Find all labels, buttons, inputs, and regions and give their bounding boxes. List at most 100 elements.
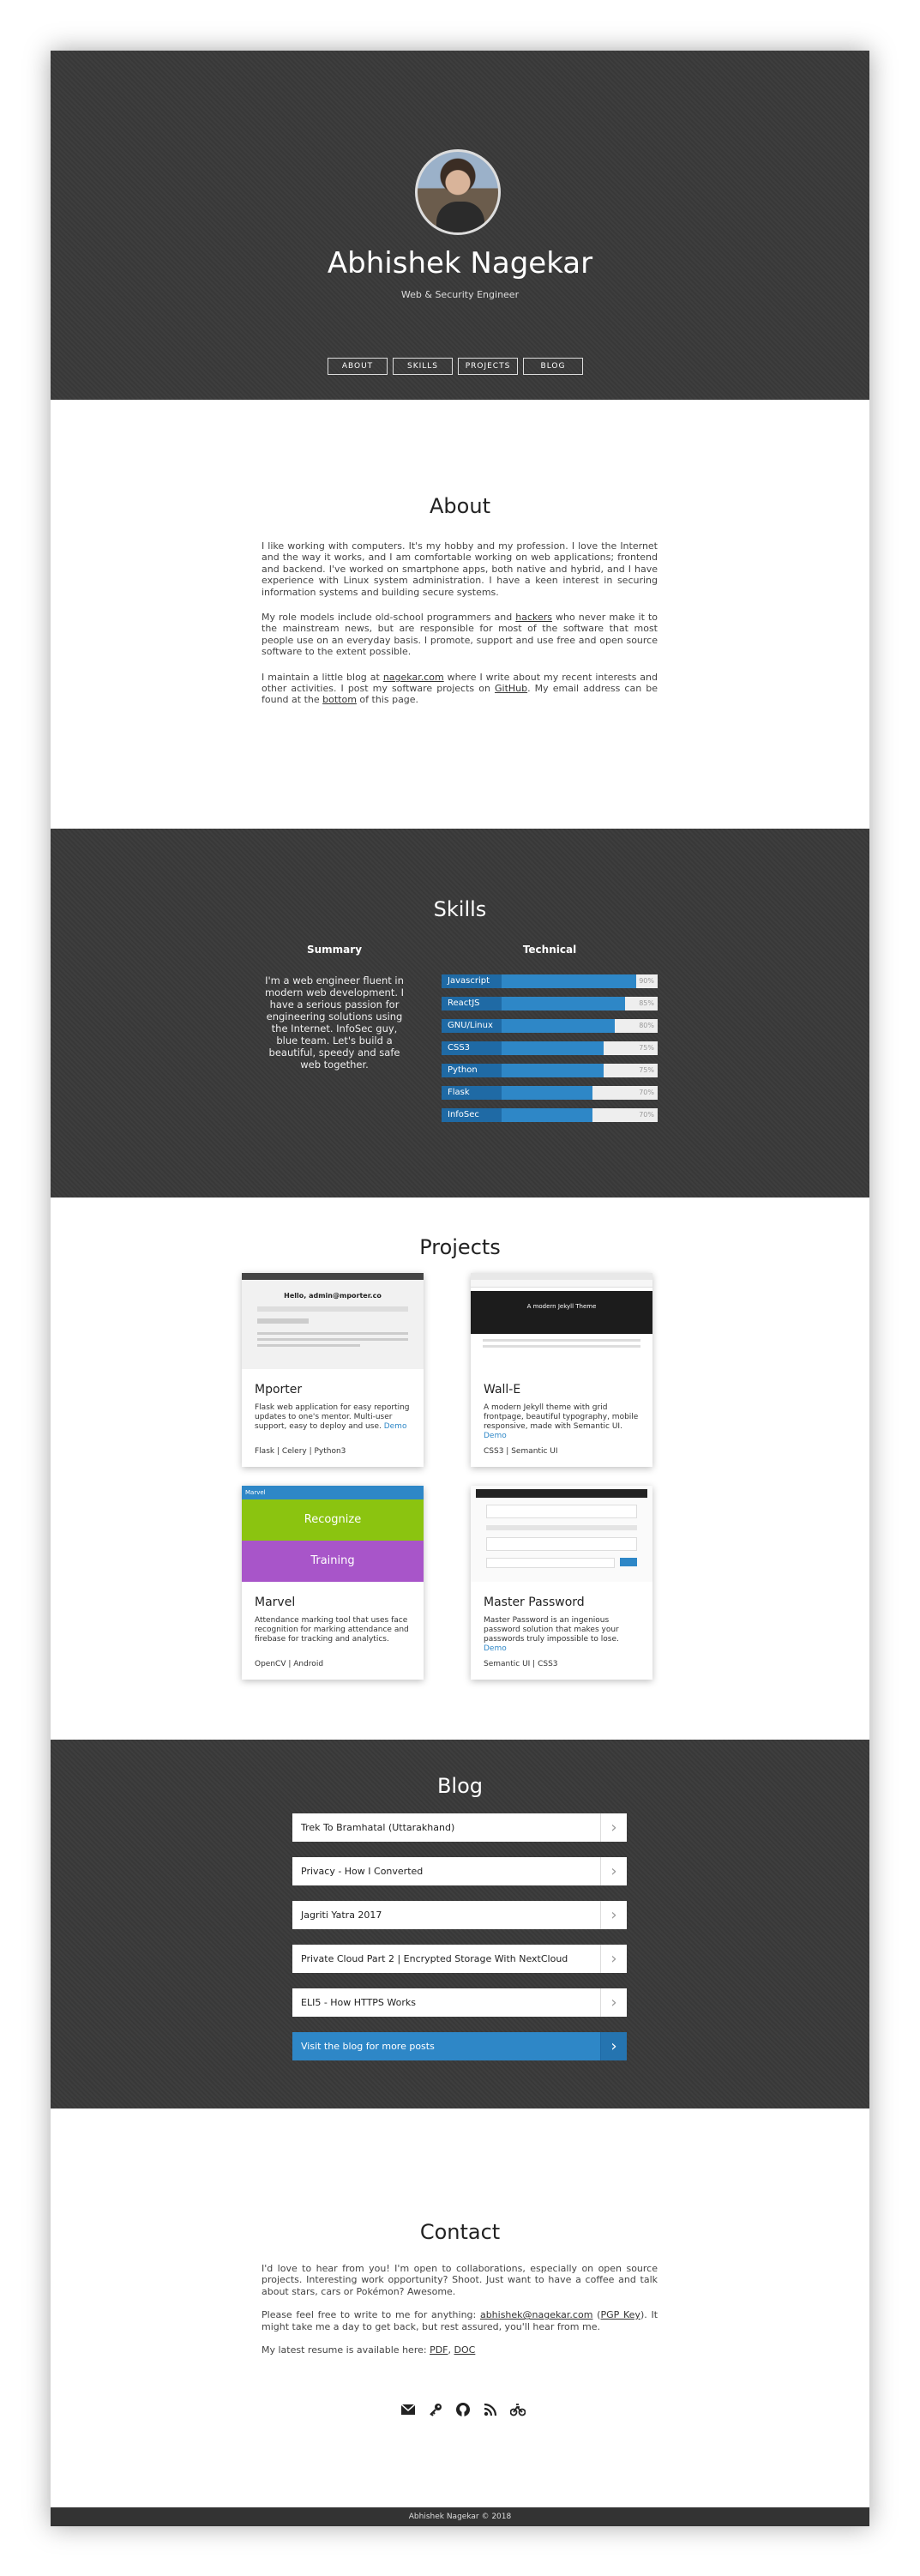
projects-title: Projects — [419, 1235, 501, 1259]
skill-percent: 75% — [639, 1044, 654, 1052]
chevron-right-icon: › — [600, 1945, 627, 1973]
skill-name: CSS3 — [442, 1041, 502, 1055]
skills-summary: I'm a web engineer fluent in modern web … — [264, 974, 405, 1071]
avatar — [415, 149, 501, 235]
chevron-right-icon: › — [600, 1813, 627, 1842]
skill-bar: Javascript 90% — [442, 974, 658, 988]
blog-link[interactable]: nagekar.com — [383, 672, 444, 683]
about-title: About — [430, 494, 490, 518]
project-description: Attendance marking tool that uses face r… — [255, 1616, 409, 1644]
project-description: Master Password is an ingenious password… — [484, 1616, 619, 1653]
project-card-mporter[interactable]: Hello, admin@mporter.co Mporter Flask we… — [242, 1273, 424, 1467]
skill-bars: Javascript 90% ReactJS 85% GNU/Linux 80% CSS3 7… — [442, 974, 658, 1131]
skill-name: InfoSec — [442, 1108, 502, 1122]
about-paragraph: My role models include old-school progra… — [262, 612, 658, 658]
skills-section: Skills Summary Technical I'm a web engin… — [51, 829, 869, 1198]
skill-bar: ReactJS 85% — [442, 997, 658, 1010]
nav-skills[interactable]: SKILLS — [393, 358, 453, 375]
email-link[interactable]: abhishek@nagekar.com — [480, 2309, 592, 2320]
contact-paragraph: Please feel free to write to me for anyt… — [262, 2309, 658, 2332]
nav-projects[interactable]: PROJECTS — [458, 358, 518, 375]
about-paragraph: I like working with computers. It's my h… — [262, 540, 658, 598]
site-title: Abhishek Nagekar — [327, 246, 593, 281]
projects-section: Projects Hello, admin@mporter.co Mporter… — [51, 1198, 869, 1740]
github-icon[interactable] — [455, 2402, 471, 2417]
footer: Abhishek Nagekar © 2018 — [51, 2507, 869, 2526]
skill-percent: 90% — [639, 977, 654, 985]
rss-icon[interactable] — [483, 2402, 498, 2417]
blog-post-link[interactable]: Private Cloud Part 2 | Encrypted Storage… — [292, 1945, 627, 1973]
visit-blog-button[interactable]: Visit the blog for more posts › — [292, 2032, 627, 2060]
skill-bar: Flask 70% — [442, 1086, 658, 1100]
hero-header: Abhishek Nagekar Web & Security Engineer… — [51, 51, 869, 400]
project-tags: OpenCV | Android — [255, 1660, 324, 1668]
blog-post-link[interactable]: Trek To Bramhatal (Uttarakhand) › — [292, 1813, 627, 1842]
resume-doc-link[interactable]: DOC — [454, 2344, 476, 2356]
bottom-link[interactable]: bottom — [322, 694, 357, 705]
skill-name: Python — [442, 1064, 502, 1077]
pgp-key-link[interactable]: PGP Key — [600, 2309, 640, 2320]
about-text: I like working with computers. It's my h… — [262, 540, 658, 720]
project-title: Marvel — [255, 1596, 296, 1609]
skill-bar: CSS3 75% — [442, 1041, 658, 1055]
blog-post-link[interactable]: Jagriti Yatra 2017 › — [292, 1901, 627, 1929]
contact-paragraph: My latest resume is available here: PDF,… — [262, 2344, 476, 2356]
summary-heading: Summary — [306, 944, 363, 956]
project-tags: Semantic UI | CSS3 — [484, 1660, 558, 1668]
contact-title: Contact — [419, 2220, 501, 2244]
chevron-right-icon: › — [600, 1988, 627, 2017]
skill-name: GNU/Linux — [442, 1019, 502, 1033]
about-paragraph: I maintain a little blog at nagekar.com … — [262, 671, 658, 706]
chevron-right-icon: › — [600, 1857, 627, 1885]
skill-name: Javascript — [442, 974, 502, 988]
demo-link[interactable]: Demo — [384, 1422, 407, 1431]
project-tags: CSS3 | Semantic UI — [484, 1447, 558, 1456]
project-screenshot: Hello, admin@mporter.co — [242, 1273, 424, 1369]
blog-section: Blog Trek To Bramhatal (Uttarakhand) › Pr… — [51, 1740, 869, 2108]
project-card-wall-e[interactable]: A modern Jekyll Theme Wall-E A modern Je… — [471, 1273, 652, 1467]
bicycle-icon[interactable] — [510, 2402, 526, 2417]
skill-bar: GNU/Linux 80% — [442, 1019, 658, 1033]
project-description: A modern Jekyll theme with grid frontpag… — [484, 1403, 639, 1440]
project-title: Master Password — [484, 1596, 585, 1609]
blog-title: Blog — [436, 1774, 484, 1798]
project-tags: Flask | Celery | Python3 — [255, 1447, 346, 1456]
page: Abhishek Nagekar Web & Security Engineer… — [51, 51, 869, 2526]
main-nav: ABOUT SKILLS PROJECTS BLOG — [328, 358, 583, 375]
project-description: Flask web application for easy reporting… — [255, 1403, 410, 1431]
contact-section: Contact I'd love to hear from you! I'm o… — [51, 2108, 869, 2507]
project-title: Mporter — [255, 1383, 303, 1397]
project-card-master-password[interactable]: Master Password Master Password is an in… — [471, 1486, 652, 1680]
chevron-right-icon: › — [600, 1901, 627, 1929]
skill-name: Flask — [442, 1086, 502, 1100]
skill-percent: 70% — [639, 1089, 654, 1096]
technical-heading: Technical — [522, 944, 577, 956]
blog-post-link[interactable]: ELI5 - How HTTPS Works › — [292, 1988, 627, 2017]
resume-pdf-link[interactable]: PDF — [430, 2344, 448, 2356]
project-screenshot: A modern Jekyll Theme — [471, 1273, 652, 1369]
project-screenshot — [471, 1486, 652, 1582]
project-card-marvel[interactable]: Marvel Recognize Training Marvel Attenda… — [242, 1486, 424, 1680]
project-title: Wall-E — [484, 1383, 521, 1397]
blog-post-link[interactable]: Privacy - How I Converted › — [292, 1857, 627, 1885]
github-link[interactable]: GitHub — [495, 683, 527, 694]
skill-percent: 85% — [639, 999, 654, 1007]
chevron-right-icon: › — [600, 2032, 627, 2060]
contact-text: I'd love to hear from you! I'm open to c… — [262, 2263, 658, 2368]
site-subtitle: Web & Security Engineer — [400, 289, 520, 300]
skill-percent: 80% — [639, 1022, 654, 1029]
key-icon[interactable] — [428, 2402, 443, 2417]
about-section: About I like working with computers. It'… — [51, 400, 869, 829]
demo-link[interactable]: Demo — [484, 1432, 507, 1440]
skill-bar: InfoSec 70% — [442, 1108, 658, 1122]
hackers-link[interactable]: hackers — [515, 612, 552, 623]
envelope-icon[interactable] — [400, 2402, 416, 2417]
project-screenshot: Marvel Recognize Training — [242, 1486, 424, 1582]
demo-link[interactable]: Demo — [484, 1644, 507, 1653]
nav-blog[interactable]: BLOG — [523, 358, 583, 375]
nav-about[interactable]: ABOUT — [328, 358, 388, 375]
skill-percent: 70% — [639, 1111, 654, 1119]
social-links — [400, 2402, 526, 2417]
skill-name: ReactJS — [442, 997, 502, 1010]
skill-percent: 75% — [639, 1066, 654, 1074]
